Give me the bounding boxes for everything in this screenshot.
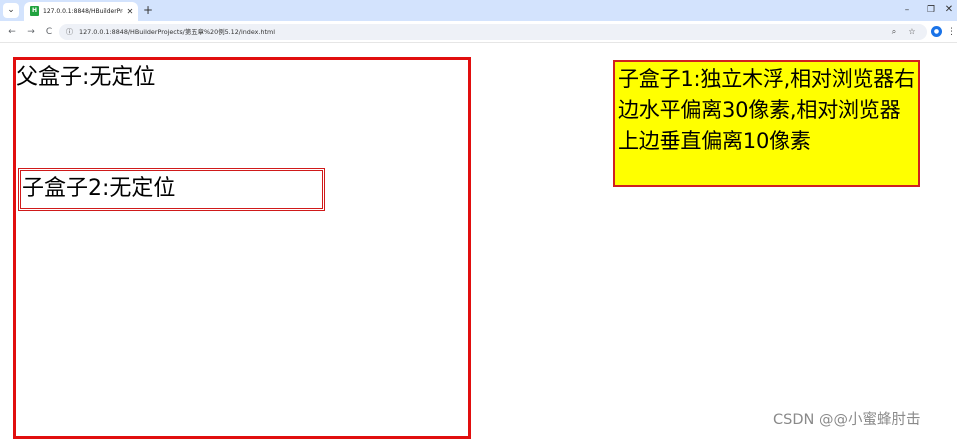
page-viewport: 父盒子:无定位 子盒子2:无定位 子盒子1:独立木浮,相对浏览器右边水平偏离30… bbox=[0, 44, 957, 440]
tab-active[interactable]: H 127.0.0.1:8848/HBuilderProj ✕ bbox=[24, 2, 138, 21]
more-menu-icon[interactable]: ⋮ bbox=[947, 24, 956, 40]
tab-close-icon[interactable]: ✕ bbox=[125, 5, 135, 18]
csdn-watermark: CSDN @@小蜜蜂肘击 bbox=[773, 412, 921, 428]
back-button[interactable]: ← bbox=[5, 24, 19, 40]
new-tab-button[interactable]: + bbox=[141, 2, 155, 18]
parent-box: 父盒子:无定位 子盒子2:无定位 bbox=[13, 57, 471, 439]
browser-toolbar: ← → C ⓘ 127.0.0.1:8848/HBuilderProjects/… bbox=[0, 21, 957, 43]
tab-strip: ⌄ H 127.0.0.1:8848/HBuilderProj ✕ + – ❐ … bbox=[0, 0, 957, 21]
child-box-1-label: 子盒子1:独立木浮,相对浏览器右边水平偏离30像素,相对浏览器上边垂直偏离10像… bbox=[618, 67, 915, 153]
tab-title: 127.0.0.1:8848/HBuilderProj bbox=[43, 8, 123, 15]
minimize-button[interactable]: – bbox=[898, 2, 916, 18]
profile-avatar-icon[interactable]: ● bbox=[931, 26, 942, 37]
parent-box-label: 父盒子:无定位 bbox=[16, 65, 156, 90]
bookmark-star-icon[interactable]: ☆ bbox=[906, 25, 918, 39]
child-box-2: 子盒子2:无定位 bbox=[18, 168, 325, 211]
child-box-1: 子盒子1:独立木浮,相对浏览器右边水平偏离30像素,相对浏览器上边垂直偏离10像… bbox=[613, 60, 920, 187]
browser-window: ⌄ H 127.0.0.1:8848/HBuilderProj ✕ + – ❐ … bbox=[0, 0, 957, 440]
restore-button[interactable]: ❐ bbox=[922, 2, 940, 18]
tab-search-button[interactable]: ⌄ bbox=[3, 3, 19, 18]
forward-button[interactable]: → bbox=[24, 24, 38, 40]
window-close-button[interactable]: ✕ bbox=[940, 2, 957, 18]
url-text[interactable]: 127.0.0.1:8848/HBuilderProjects/第五章%20例5… bbox=[79, 25, 479, 39]
address-bar[interactable]: ⓘ 127.0.0.1:8848/HBuilderProjects/第五章%20… bbox=[59, 24, 927, 40]
hbuilder-favicon-icon: H bbox=[30, 6, 39, 16]
site-info-icon[interactable]: ⓘ bbox=[64, 26, 75, 38]
reload-button[interactable]: C bbox=[42, 24, 56, 40]
child-box-2-label: 子盒子2:无定位 bbox=[22, 176, 176, 201]
zoom-icon[interactable]: ⌕ bbox=[888, 25, 900, 39]
